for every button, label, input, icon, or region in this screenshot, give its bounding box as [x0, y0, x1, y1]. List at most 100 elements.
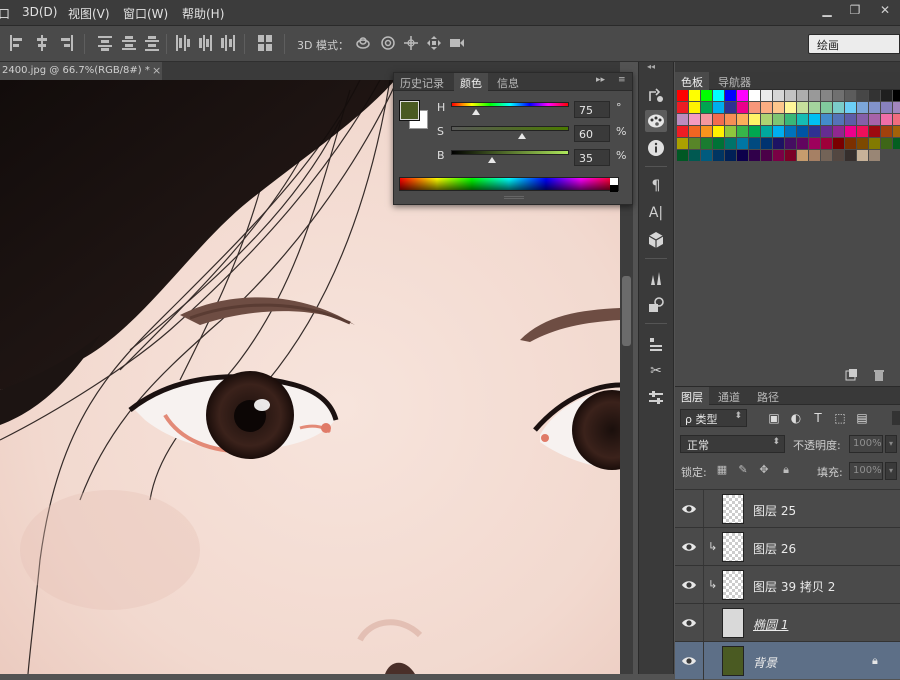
color-swatch[interactable] [797, 138, 808, 149]
filter-shape-icon[interactable]: ⬚ [833, 411, 847, 425]
filter-pixel-icon[interactable]: ▣ [767, 411, 781, 425]
color-swatch[interactable] [845, 138, 856, 149]
color-swatch[interactable] [749, 126, 760, 137]
color-swatch[interactable] [845, 90, 856, 101]
color-swatch[interactable] [701, 90, 712, 101]
properties-icon[interactable] [645, 387, 667, 409]
info-icon[interactable] [645, 137, 667, 159]
color-swatch[interactable] [773, 102, 784, 113]
spectrum-black-white[interactable] [610, 178, 618, 192]
color-swatch[interactable] [725, 126, 736, 137]
menu-item-partial[interactable]: 口 [0, 5, 10, 22]
layer-row[interactable]: ↳ 图层 39 拷贝 2 [675, 565, 900, 604]
color-swatch[interactable] [833, 90, 844, 101]
color-swatch[interactable] [737, 126, 748, 137]
layer-thumbnail[interactable] [722, 646, 744, 676]
collapse-panel-icon[interactable]: ▸▸ [590, 73, 611, 91]
color-swatch[interactable] [701, 138, 712, 149]
visibility-eye-icon[interactable] [681, 501, 697, 517]
color-swatch[interactable] [689, 138, 700, 149]
color-swatch[interactable] [701, 102, 712, 113]
color-swatch[interactable] [737, 138, 748, 149]
new-swatch-icon[interactable] [845, 369, 857, 381]
color-swatch[interactable] [785, 90, 796, 101]
color-swatch[interactable] [785, 102, 796, 113]
restore-icon[interactable]: ❐ [840, 0, 870, 20]
filter-smart-object-icon[interactable]: ▤ [855, 411, 869, 425]
color-swatch[interactable] [833, 138, 844, 149]
brightness-slider[interactable] [451, 150, 569, 155]
lock-all-icon[interactable]: 🔒︎ [779, 463, 793, 477]
color-swatch[interactable] [881, 90, 892, 101]
workspace-select[interactable]: 绘画 [808, 34, 900, 54]
blend-mode-select[interactable]: 正常 ⬍ [680, 435, 785, 453]
history-brush-icon[interactable] [645, 84, 667, 106]
scissors-icon[interactable]: ✂ [645, 360, 667, 382]
character-icon[interactable]: A| [645, 202, 667, 224]
saturation-slider-thumb[interactable] [517, 133, 526, 139]
color-swatch[interactable] [869, 150, 880, 161]
color-swatch[interactable] [773, 150, 784, 161]
color-swatch[interactable] [749, 114, 760, 125]
color-swatch[interactable] [833, 114, 844, 125]
color-swatch[interactable] [725, 102, 736, 113]
layer-row[interactable]: ↳ 图层 26 [675, 527, 900, 566]
distribute-bottom-icon[interactable] [145, 35, 159, 51]
saturation-value-field[interactable]: 60 [574, 125, 610, 142]
color-swatch[interactable] [869, 102, 880, 113]
align-horizontal-centers-icon[interactable] [35, 35, 49, 51]
color-swatch[interactable] [869, 114, 880, 125]
color-swatch[interactable] [677, 138, 688, 149]
color-swatch[interactable] [809, 90, 820, 101]
color-swatch[interactable] [689, 90, 700, 101]
color-swatch[interactable] [881, 138, 892, 149]
color-swatch[interactable] [761, 114, 772, 125]
color-swatch[interactable] [857, 150, 868, 161]
distribute-top-icon[interactable] [98, 35, 112, 51]
color-swatch[interactable] [845, 114, 856, 125]
opacity-field[interactable]: 100% [849, 435, 883, 453]
distribute-left-icon[interactable] [176, 35, 190, 51]
color-swatch[interactable] [821, 114, 832, 125]
color-swatch[interactable] [809, 114, 820, 125]
color-swatch[interactable] [845, 150, 856, 161]
lock-position-icon[interactable]: ✥ [757, 463, 771, 477]
color-swatch[interactable] [773, 90, 784, 101]
fill-dropdown-icon[interactable]: ▾ [885, 462, 897, 480]
color-swatch[interactable] [761, 126, 772, 137]
color-swatch[interactable] [881, 126, 892, 137]
layer-name[interactable]: 图层 25 [753, 502, 796, 519]
color-swatch[interactable] [857, 102, 868, 113]
layer-name[interactable]: 图层 26 [753, 540, 796, 557]
layer-thumbnail[interactable] [722, 494, 744, 524]
lock-transparent-icon[interactable]: ▦ [715, 463, 729, 477]
color-swatch[interactable] [761, 90, 772, 101]
foreground-color-swatch[interactable] [399, 100, 420, 121]
tab-channels[interactable]: 通道 [712, 387, 746, 405]
visibility-eye-icon[interactable] [681, 539, 697, 555]
color-swatch[interactable] [737, 90, 748, 101]
color-spectrum-bar[interactable] [399, 177, 619, 192]
color-swatch[interactable] [869, 126, 880, 137]
color-swatch[interactable] [677, 150, 688, 161]
close-icon[interactable]: ✕ [870, 0, 900, 20]
layer-lock-icon[interactable]: 🔒︎ [872, 654, 878, 668]
color-swatch[interactable] [893, 138, 900, 149]
tab-color[interactable]: 颜色 [454, 73, 488, 91]
color-swatch[interactable] [821, 150, 832, 161]
color-swatch[interactable] [689, 102, 700, 113]
color-swatch[interactable] [725, 138, 736, 149]
color-swatch[interactable] [881, 114, 892, 125]
color-swatch[interactable] [869, 90, 880, 101]
color-swatch[interactable] [713, 126, 724, 137]
filter-adjustment-icon[interactable]: ◐ [789, 411, 803, 425]
filter-type-icon[interactable]: T [811, 411, 825, 425]
hue-value-field[interactable]: 75 [574, 101, 610, 118]
brightness-value-field[interactable]: 35 [574, 149, 610, 166]
color-swatch[interactable] [809, 102, 820, 113]
collapse-strip-icon[interactable]: ◂◂ [647, 62, 655, 71]
color-swatch[interactable] [725, 90, 736, 101]
fill-field[interactable]: 100% [849, 462, 883, 480]
tab-history[interactable]: 历史记录 [394, 73, 450, 91]
color-swatch[interactable] [809, 138, 820, 149]
